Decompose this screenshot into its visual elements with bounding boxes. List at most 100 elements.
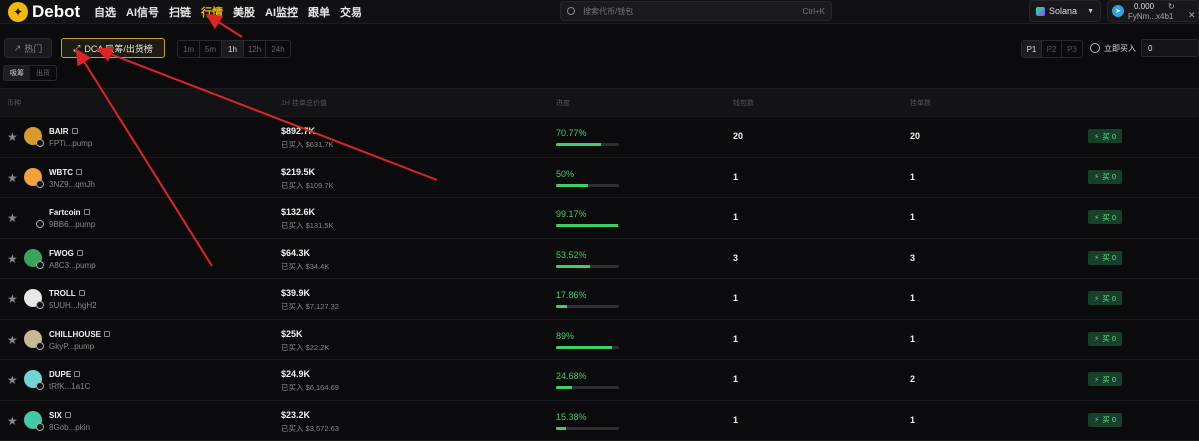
token-symbol[interactable]: CHILLHOUSE <box>49 330 110 339</box>
table-row[interactable]: ★ CHILLHOUSE GkyP...pump $25K 已买入 $22.2K… <box>0 320 1199 361</box>
tab-accumulate[interactable]: 吸筹 <box>4 66 30 80</box>
table-row[interactable]: ★ Fartcoin 9BB6...pump $132.6K 已买入 $131.… <box>0 198 1199 239</box>
buy-button[interactable]: ⚡买 0 <box>1088 413 1122 427</box>
nav-item-market[interactable]: 行情 <box>201 4 223 20</box>
token-address: FPTi...pump <box>49 139 92 148</box>
chevron-down-icon: ▼ <box>1087 8 1094 15</box>
star-icon[interactable]: ★ <box>7 292 18 306</box>
copy-icon[interactable] <box>77 250 83 256</box>
lightning-icon: ⚡ <box>1094 375 1099 384</box>
sub-tabs: 吸筹 出货 <box>3 65 57 81</box>
timeframe-1h[interactable]: 1h <box>222 41 244 57</box>
table-row[interactable]: ★ WBTC 3NZ9...qmJh $219.5K 已买入 $109.7K 5… <box>0 158 1199 199</box>
star-icon[interactable]: ★ <box>7 171 18 185</box>
bought-value: 已买入 $7,127.32 <box>281 301 339 312</box>
progress-bar-fill <box>556 184 588 187</box>
tab-distribute[interactable]: 出货 <box>30 66 56 80</box>
nav-item-trade[interactable]: 交易 <box>340 4 362 20</box>
buy-button[interactable]: ⚡买 0 <box>1088 291 1122 305</box>
table-header: 币种 1H 挂单总价值 进度 钱包数 挂单数 <box>0 88 1199 117</box>
token-symbol[interactable]: SIX <box>49 411 71 420</box>
token-symbol[interactable]: FWOG <box>49 249 83 258</box>
page-2[interactable]: P2 <box>1042 41 1062 57</box>
close-icon[interactable]: ✕ <box>1188 10 1196 21</box>
token-symbol[interactable]: TROLL <box>49 289 85 298</box>
buy-button[interactable]: ⚡买 0 <box>1088 210 1122 224</box>
bought-value: 已买入 $22.2K <box>281 342 329 353</box>
copy-icon[interactable] <box>104 331 110 337</box>
copy-icon[interactable] <box>79 290 85 296</box>
table-row[interactable]: ★ DUPE tRfK...1a1C $24.9K 已买入 $6,164.69 … <box>0 360 1199 401</box>
wallet-widget[interactable]: ➤ 0.000 ↻ FyNm...x4b1 ✕ <box>1107 0 1199 22</box>
instant-buy-input[interactable] <box>1141 39 1199 57</box>
star-icon[interactable]: ★ <box>7 130 18 144</box>
star-icon[interactable]: ★ <box>7 252 18 266</box>
table-row[interactable]: ★ BAIR FPTi...pump $892.7K 已买入 $631.7K 7… <box>0 117 1199 158</box>
timeframe-1m[interactable]: 1m <box>178 41 200 57</box>
wallet-count: 1 <box>733 212 738 222</box>
order-count: 1 <box>910 334 915 344</box>
search-input[interactable] <box>583 7 803 16</box>
trend-icon: ↗ <box>14 43 22 54</box>
timeframe-5m[interactable]: 5m <box>200 41 222 57</box>
token-symbol[interactable]: Fartcoin <box>49 208 90 217</box>
dca-button[interactable]: ⤢ DCA 吸筹/出货榜 <box>61 38 165 58</box>
star-icon[interactable]: ★ <box>7 211 18 225</box>
logo[interactable]: ✦ Debot <box>8 2 94 22</box>
copy-icon[interactable] <box>84 209 90 215</box>
nav-item-scan[interactable]: 扫链 <box>169 4 191 20</box>
token-symbol[interactable]: WBTC <box>49 168 82 177</box>
table-row[interactable]: ★ FWOG A8C3...pump $64.3K 已买入 $34.4K 53.… <box>0 239 1199 280</box>
star-icon[interactable]: ★ <box>7 373 18 387</box>
lightning-icon: ⚡ <box>1094 415 1099 424</box>
chain-selector[interactable]: Solana ▼ <box>1029 0 1101 22</box>
nav-item-ai-signal[interactable]: AI信号 <box>126 4 159 20</box>
header-orders[interactable]: 挂单数 <box>910 98 931 108</box>
header-progress[interactable]: 进度 <box>556 98 570 108</box>
nav-item-watchlist[interactable]: 自选 <box>94 4 116 20</box>
total-value: $23.2K <box>281 410 310 420</box>
search-box[interactable]: Ctrl+K <box>560 1 832 21</box>
page-3[interactable]: P3 <box>1062 41 1082 57</box>
progress-bar <box>556 184 619 187</box>
star-icon[interactable]: ★ <box>7 333 18 347</box>
copy-icon[interactable] <box>74 371 80 377</box>
wallet-count: 1 <box>733 293 738 303</box>
refresh-icon[interactable]: ↻ <box>1168 2 1175 11</box>
bought-value: 已买入 $109.7K <box>281 180 334 191</box>
star-icon[interactable]: ★ <box>7 414 18 428</box>
bought-value: 已买入 $631.7K <box>281 139 334 150</box>
nav-item-ai-monitor[interactable]: AI监控 <box>265 4 298 20</box>
progress-percent: 15.38% <box>556 412 587 422</box>
order-count: 20 <box>910 131 920 141</box>
gear-icon[interactable] <box>1090 43 1100 53</box>
header-wallets[interactable]: 钱包数 <box>733 98 754 108</box>
buy-button[interactable]: ⚡买 0 <box>1088 251 1122 265</box>
page-1[interactable]: P1 <box>1022 41 1042 57</box>
copy-icon[interactable] <box>72 128 78 134</box>
copy-icon[interactable] <box>76 169 82 175</box>
timeframe-12h[interactable]: 12h <box>244 41 266 57</box>
buy-button[interactable]: ⚡买 0 <box>1088 129 1122 143</box>
token-symbol[interactable]: BAIR <box>49 127 78 136</box>
token-symbol[interactable]: DUPE <box>49 370 80 379</box>
hot-button[interactable]: ↗ 热门 <box>4 38 52 58</box>
total-value: $24.9K <box>281 369 310 379</box>
buy-button[interactable]: ⚡买 0 <box>1088 332 1122 346</box>
table-row[interactable]: ★ TROLL 5UUH...hgH2 $39.9K 已买入 $7,127.32… <box>0 279 1199 320</box>
buy-button[interactable]: ⚡买 0 <box>1088 372 1122 386</box>
nav-item-us-stocks[interactable]: 美股 <box>233 4 255 20</box>
buy-button[interactable]: ⚡买 0 <box>1088 170 1122 184</box>
bought-value: 已买入 $131.5K <box>281 220 334 231</box>
timeframe-24h[interactable]: 24h <box>266 41 290 57</box>
progress-percent: 24.68% <box>556 371 587 381</box>
progress-bar <box>556 265 619 268</box>
total-value: $64.3K <box>281 248 310 258</box>
nav-item-copy-trade[interactable]: 跟单 <box>308 4 330 20</box>
header-token[interactable]: 币种 <box>7 98 21 108</box>
copy-icon[interactable] <box>65 412 71 418</box>
progress-bar <box>556 427 619 430</box>
progress-bar-fill <box>556 346 612 349</box>
header-total[interactable]: 1H 挂单总价值 <box>281 98 327 108</box>
table-row[interactable]: ★ SIX 8Gob...pkin $23.2K 已买入 $3,572.63 1… <box>0 401 1199 441</box>
